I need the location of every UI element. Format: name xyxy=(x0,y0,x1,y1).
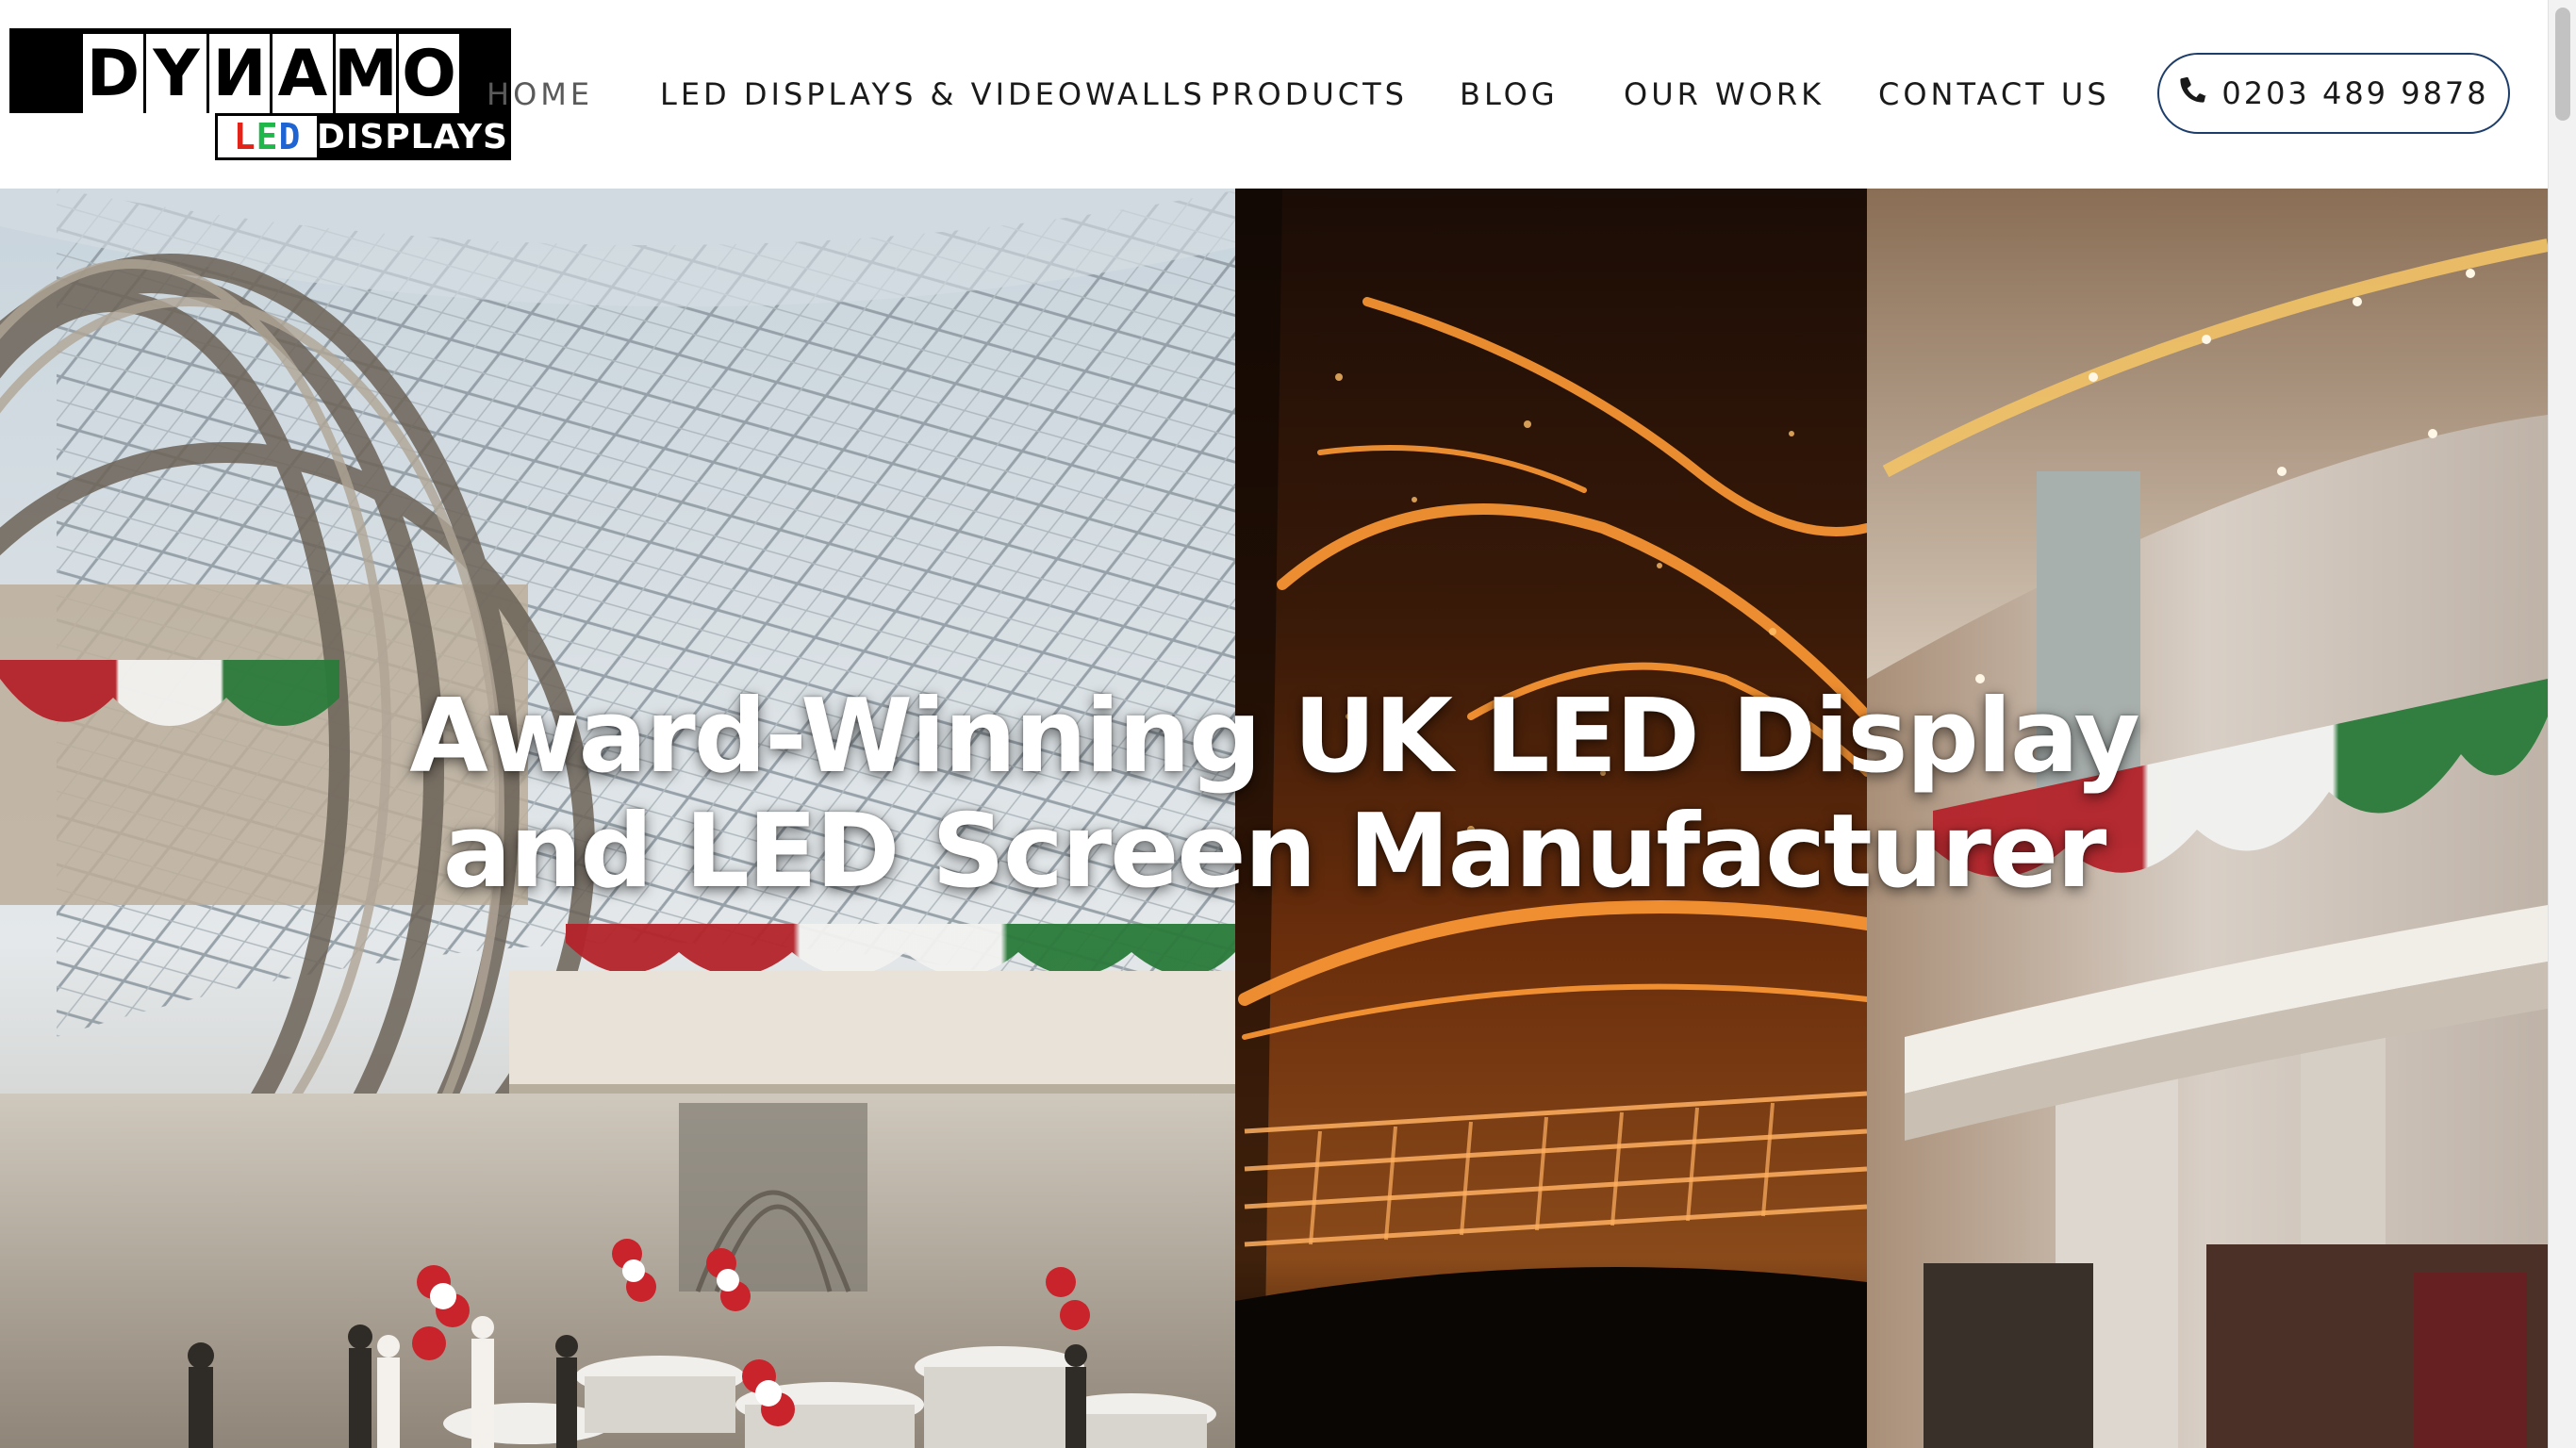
logo-led-d: D xyxy=(278,116,302,157)
logo-wordmark: D Y N A M O xyxy=(9,28,511,113)
logo-subtitle: LED DISPLAYS xyxy=(215,113,511,160)
hero-title-line-1: Award-Winning UK LED Display xyxy=(409,678,2140,797)
hero-title-line-2: and LED Screen Manufacturer xyxy=(442,793,2107,912)
phone-button[interactable]: 0203 489 9878 xyxy=(2157,53,2510,134)
nav-blog[interactable]: BLOG xyxy=(1460,74,1559,115)
nav-our-work[interactable]: OUR WORK xyxy=(1624,74,1825,115)
logo-letter: N xyxy=(209,34,270,113)
logo-displays: DISPLAYS xyxy=(317,117,508,156)
logo-letter: Y xyxy=(146,34,206,113)
logo-led-l: L xyxy=(233,116,256,157)
nav-products[interactable]: PRODUCTS xyxy=(1211,74,1408,115)
page: D Y N A M O LED DISPLAYS HOME LED DISPLA… xyxy=(0,0,2576,1448)
nav-led-displays-videowalls[interactable]: LED DISPLAYS & VIDEOWALLS xyxy=(660,74,1206,115)
phone-icon xyxy=(2178,74,2208,112)
hero-title: Award-Winning UK LED Display and LED Scr… xyxy=(0,680,2548,910)
site-header: D Y N A M O LED DISPLAYS HOME LED DISPLA… xyxy=(0,0,2548,189)
scrollbar-thumb[interactable] xyxy=(2555,8,2570,121)
phone-number: 0203 489 9878 xyxy=(2221,75,2489,111)
logo-letter: A xyxy=(272,34,333,113)
logo-led: LED xyxy=(218,116,318,157)
nav-contact-us[interactable]: CONTACT US xyxy=(1878,74,2110,115)
hero-banner: Award-Winning UK LED Display and LED Scr… xyxy=(0,189,2548,1448)
logo-letter: M xyxy=(334,34,398,113)
logo-letter: O xyxy=(399,34,459,113)
page-scrollbar[interactable] xyxy=(2548,0,2576,1448)
logo-letter: D xyxy=(83,34,143,113)
site-logo[interactable]: D Y N A M O LED DISPLAYS xyxy=(9,28,511,160)
logo-led-e: E xyxy=(256,116,279,157)
nav-home[interactable]: HOME xyxy=(487,74,593,115)
